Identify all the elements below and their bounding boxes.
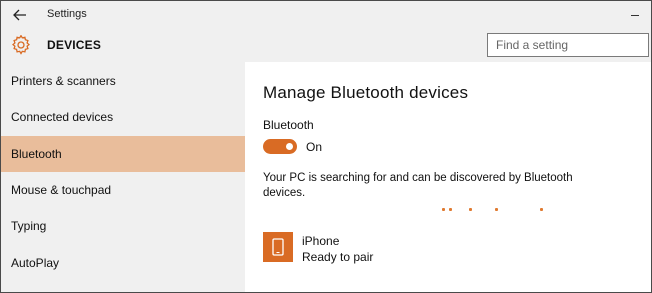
sidebar-item-label: Printers & scanners (11, 74, 116, 88)
back-button[interactable] (9, 6, 31, 24)
sidebar-item-label: Mouse & touchpad (11, 183, 112, 197)
progress-dot (540, 208, 543, 211)
phone-icon (272, 238, 284, 256)
sidebar-item-mouse-touchpad[interactable]: Mouse & touchpad (1, 172, 245, 208)
progress-dot (442, 208, 445, 211)
page-header: DEVICES (1, 29, 651, 62)
device-name: iPhone (302, 234, 340, 248)
gear-icon (12, 35, 30, 55)
sidebar-item-bluetooth[interactable]: Bluetooth (1, 136, 245, 172)
search-input[interactable] (488, 34, 648, 56)
sidebar-item-printers-scanners[interactable]: Printers & scanners (1, 63, 245, 99)
page-title: DEVICES (47, 38, 102, 52)
device-icon-tile (263, 232, 293, 262)
search-status-text: Your PC is searching for and can be disc… (263, 172, 573, 199)
sidebar-item-label: AutoPlay (11, 256, 60, 270)
title-bar: Settings (1, 1, 651, 29)
sidebar: Printers & scanners Connected devices Bl… (1, 62, 245, 292)
search-box[interactable] (487, 33, 649, 57)
sidebar-item-autoplay[interactable]: AutoPlay (1, 245, 245, 281)
sidebar-item-typing[interactable]: Typing (1, 208, 245, 244)
sidebar-item-label: Connected devices (11, 110, 114, 124)
toggle-state-label: On (306, 140, 323, 154)
bluetooth-toggle[interactable] (263, 139, 297, 154)
sidebar-item-label: Typing (11, 219, 47, 233)
window-title: Settings (47, 8, 87, 20)
device-status: Ready to pair (302, 250, 374, 264)
progress-dot (495, 208, 498, 211)
main-content: Manage Bluetooth devices Bluetooth On Yo… (245, 62, 651, 292)
progress-dot (469, 208, 472, 211)
settings-window: Settings DEVICES Printers & scanners Con… (0, 0, 652, 293)
arrow-left-icon (13, 9, 26, 21)
sidebar-item-label: Bluetooth (11, 147, 62, 161)
sidebar-item-connected-devices[interactable]: Connected devices (1, 99, 245, 135)
device-item-iphone[interactable]: iPhone Ready to pair (263, 232, 463, 264)
minimize-button[interactable] (621, 5, 647, 23)
section-title: Manage Bluetooth devices (263, 83, 469, 102)
progress-dot (449, 208, 452, 211)
bluetooth-label: Bluetooth (263, 118, 314, 132)
toggle-knob (286, 143, 293, 150)
